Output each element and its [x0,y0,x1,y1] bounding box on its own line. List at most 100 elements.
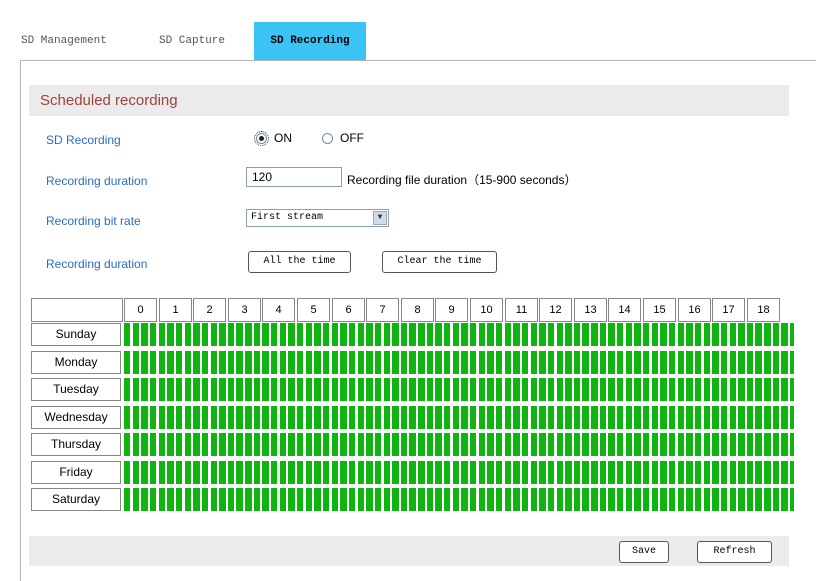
schedule-slot[interactable] [755,406,762,429]
schedule-slot[interactable] [755,488,762,511]
schedule-slot[interactable] [738,378,745,401]
schedule-slot[interactable] [530,351,537,374]
schedule-slot[interactable] [703,406,710,429]
schedule-slot[interactable] [348,378,356,401]
schedule-slot[interactable] [738,433,745,456]
schedule-slot[interactable] [513,433,520,456]
schedule-slot[interactable] [582,351,589,374]
schedule-slot[interactable] [262,351,269,374]
schedule-slot[interactable] [184,378,191,401]
schedule-slot[interactable] [660,323,667,346]
schedule-slot[interactable] [201,488,209,511]
schedule-slot[interactable] [513,488,520,511]
schedule-slot[interactable] [582,488,589,511]
schedule-slot[interactable] [677,461,685,484]
schedule-slot[interactable] [340,323,347,346]
schedule-slot[interactable] [547,406,555,429]
schedule-slot[interactable] [565,461,572,484]
schedule-slot[interactable] [418,323,425,346]
schedule-slot[interactable] [418,378,425,401]
schedule-slot[interactable] [374,433,382,456]
schedule-slot[interactable] [400,406,408,429]
schedule-slot[interactable] [322,406,330,429]
sd-recording-off-option[interactable]: OFF [322,131,364,145]
schedule-slot[interactable] [625,406,633,429]
schedule-slot[interactable] [478,433,486,456]
schedule-slot[interactable] [158,433,166,456]
schedule-slot[interactable] [452,488,460,511]
schedule-slot[interactable] [720,433,728,456]
schedule-slot[interactable] [452,351,460,374]
schedule-slot[interactable] [322,461,330,484]
schedule-slot[interactable] [210,461,217,484]
schedule-slot[interactable] [478,406,486,429]
schedule-slot[interactable] [305,461,313,484]
schedule-slot[interactable] [565,406,572,429]
schedule-slot[interactable] [703,351,710,374]
schedule-slot[interactable] [322,488,330,511]
schedule-slot[interactable] [314,488,321,511]
schedule-slot[interactable] [694,323,702,346]
schedule-slot[interactable] [262,488,269,511]
schedule-slot[interactable] [608,323,615,346]
schedule-slot[interactable] [279,378,287,401]
schedule-slot[interactable] [764,323,771,346]
schedule-slot[interactable] [573,323,581,346]
schedule-slot[interactable] [495,323,503,346]
schedule-slot[interactable] [444,378,451,401]
schedule-slot[interactable] [677,433,685,456]
schedule-slot[interactable] [141,488,148,511]
schedule-slot[interactable] [219,488,226,511]
schedule-slot[interactable] [668,406,676,429]
schedule-slot[interactable] [253,488,261,511]
schedule-slot[interactable] [271,488,278,511]
schedule-slot[interactable] [366,351,373,374]
schedule-slot[interactable] [253,406,261,429]
schedule-slot[interactable] [236,351,243,374]
schedule-slot[interactable] [149,323,157,346]
schedule-slot[interactable] [539,488,546,511]
schedule-slot[interactable] [288,488,295,511]
schedule-slot[interactable] [478,378,486,401]
schedule-slot[interactable] [608,433,615,456]
schedule-slot[interactable] [461,323,468,346]
schedule-slot[interactable] [167,323,174,346]
schedule-slot[interactable] [357,378,364,401]
schedule-slot[interactable] [262,406,269,429]
schedule-slot[interactable] [271,461,278,484]
schedule-slot[interactable] [712,461,719,484]
schedule-slot[interactable] [746,461,754,484]
schedule-slot[interactable] [660,351,667,374]
schedule-slot[interactable] [297,406,304,429]
schedule-slot[interactable] [409,378,416,401]
schedule-slot[interactable] [720,406,728,429]
schedule-slot[interactable] [452,406,460,429]
schedule-slot[interactable] [314,323,321,346]
schedule-slot[interactable] [470,323,477,346]
schedule-slot[interactable] [478,488,486,511]
schedule-slot[interactable] [539,433,546,456]
schedule-slot[interactable] [435,461,442,484]
schedule-slot[interactable] [694,351,702,374]
schedule-slot[interactable] [617,378,624,401]
schedule-slot[interactable] [617,323,624,346]
schedule-slot[interactable] [366,406,373,429]
schedule-slot[interactable] [426,433,434,456]
schedule-slot[interactable] [409,406,416,429]
schedule-slot[interactable] [297,351,304,374]
schedule-slot[interactable] [452,378,460,401]
schedule-slot[interactable] [236,433,243,456]
schedule-slot[interactable] [271,351,278,374]
schedule-slot[interactable] [504,488,512,511]
schedule-slot[interactable] [193,433,200,456]
schedule-slot[interactable] [470,461,477,484]
schedule-slot[interactable] [253,433,261,456]
schedule-slot[interactable] [643,378,650,401]
schedule-slot[interactable] [262,433,269,456]
schedule-slot[interactable] [167,461,174,484]
schedule-slot[interactable] [461,433,468,456]
schedule-slot[interactable] [383,461,390,484]
schedule-slot[interactable] [470,406,477,429]
schedule-slot[interactable] [149,406,157,429]
schedule-slot[interactable] [141,351,148,374]
